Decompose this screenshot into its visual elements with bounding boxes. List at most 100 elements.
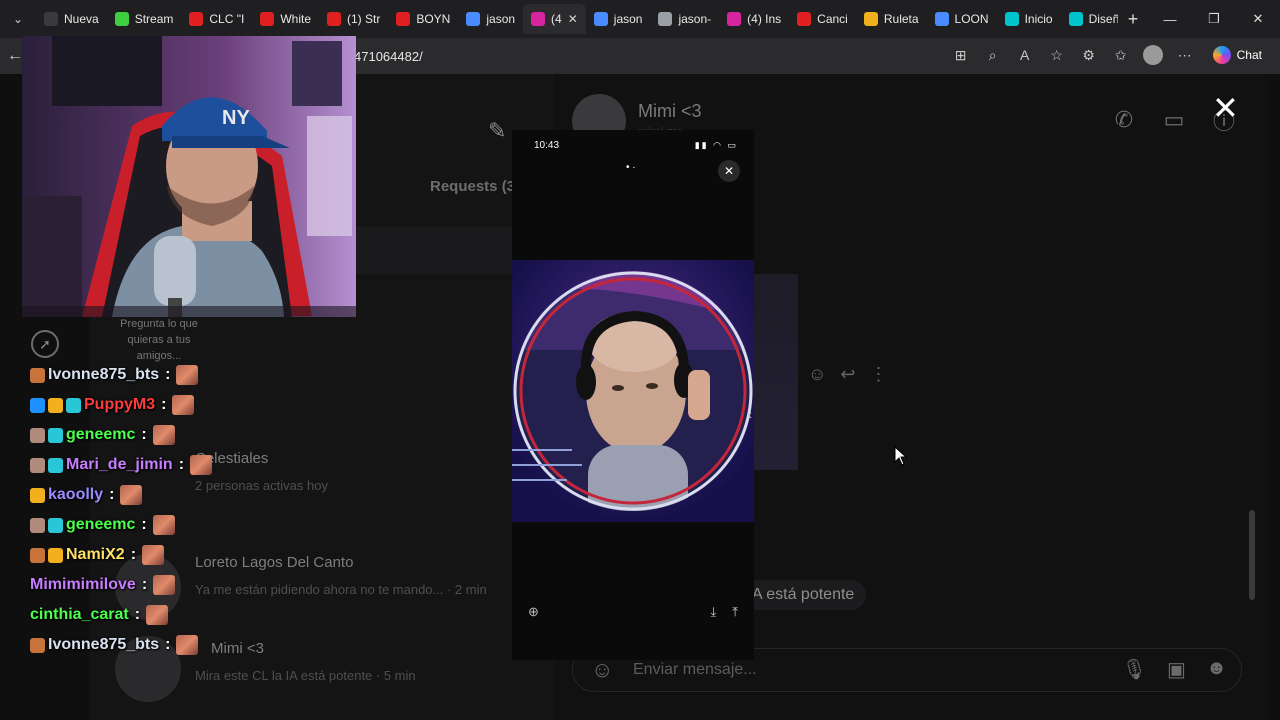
browser-tab[interactable]: (4) Ins xyxy=(719,4,789,34)
explore-compass-icon[interactable]: ➚ xyxy=(31,330,59,358)
notes-tooltip: Pregunta lo que quieras a tus amigos... xyxy=(120,318,198,362)
browser-tab[interactable]: White xyxy=(252,4,319,34)
browser-tab[interactable]: Nueva xyxy=(36,4,107,34)
browser-tab[interactable]: jason xyxy=(458,4,523,34)
tab-favicon-icon xyxy=(531,12,546,26)
tab-label: jason xyxy=(486,12,516,26)
tab-label: (4) Ins xyxy=(747,12,782,26)
browser-tab[interactable]: jason- xyxy=(650,4,719,34)
toolbar-icons: ⊞ ⌕ A ☆ ⚙ ✩ ⋯ Chat xyxy=(949,43,1270,67)
chat-message: PuppyM3: xyxy=(30,390,340,420)
chat-message: Ivonne875_bts: xyxy=(30,360,340,390)
chat-username: NamiX2 xyxy=(66,546,125,563)
read-aloud-icon[interactable]: A xyxy=(1013,43,1037,67)
screenshot-edit-icon[interactable]: ⊕ xyxy=(528,604,539,620)
svg-text:NY: NY xyxy=(222,107,250,129)
chat-emote-icon xyxy=(120,485,143,505)
browser-tab[interactable]: Stream xyxy=(107,4,182,34)
browser-tab[interactable]: Inicio xyxy=(997,4,1061,34)
zoom-icon[interactable]: ⌕ xyxy=(981,43,1005,67)
profile-avatar[interactable] xyxy=(1141,43,1165,67)
image-icon[interactable]: ▣ xyxy=(1167,657,1186,682)
url-field[interactable]: 471064482/ xyxy=(354,46,974,68)
chat-badge-icon xyxy=(30,397,45,413)
chat-message: Mimimimilove: xyxy=(30,570,340,600)
requests-link[interactable]: Requests (3 xyxy=(430,178,515,195)
copilot-chat-button[interactable]: Chat xyxy=(1205,43,1270,67)
thread-name[interactable]: Mimi <3 xyxy=(638,101,702,122)
browser-tab[interactable]: Diseñ xyxy=(1061,4,1118,34)
tab-label: Nueva xyxy=(64,12,99,26)
chat-separator: : xyxy=(165,366,171,383)
tab-favicon-icon xyxy=(863,12,878,26)
extensions-icon[interactable]: ⚙ xyxy=(1077,43,1101,67)
download-icon[interactable]: ⤓ xyxy=(711,604,717,620)
sticker-icon[interactable]: ☻ xyxy=(1206,657,1227,682)
chat-message: geneemc: xyxy=(30,510,340,540)
tab-favicon-icon xyxy=(189,12,204,26)
browser-tab[interactable]: BOYN xyxy=(388,4,458,34)
tab-label: BOYN xyxy=(416,12,451,26)
chevron-left-icon[interactable]: ‹ xyxy=(747,406,752,422)
chat-badge-icon xyxy=(30,517,45,533)
shared-post-thumbnail[interactable] xyxy=(752,274,798,470)
chat-emote-icon xyxy=(176,635,199,655)
compose-icon[interactable]: ✎ xyxy=(488,118,506,144)
chat-message: Ivonne875_bts: xyxy=(30,630,340,660)
maximize-button[interactable]: ❐ xyxy=(1192,0,1236,38)
tab-actions-chevron-icon[interactable]: ⌄ xyxy=(0,0,36,38)
tab-favicon-icon xyxy=(44,12,58,26)
video-call-icon[interactable]: ▭ xyxy=(1160,106,1188,134)
tab-label: jason- xyxy=(678,12,712,26)
tab-label: CLC "I xyxy=(209,12,245,26)
more-options-icon[interactable]: ⋮ xyxy=(869,364,887,385)
browser-tab[interactable]: Ruleta xyxy=(856,4,927,34)
tab-label: Ruleta xyxy=(883,12,919,26)
window-controls: — ❐ ✕ xyxy=(1148,0,1280,38)
chat-separator: : xyxy=(141,576,148,593)
phone-icon[interactable]: ✆ xyxy=(1110,106,1138,134)
browser-tab[interactable]: LOON xyxy=(927,4,997,34)
emoji-icon[interactable]: ☺ xyxy=(591,657,613,683)
chat-message: kaoolly: xyxy=(30,480,340,510)
browser-tab[interactable]: CLC "I xyxy=(181,4,252,34)
tab-favicon-icon xyxy=(593,12,608,26)
apps-icon[interactable]: ⊞ xyxy=(949,43,973,67)
chat-badge-icon xyxy=(48,397,63,413)
chat-separator: : xyxy=(109,486,115,503)
chat-badge-icon xyxy=(66,397,81,413)
tab-label: LOON xyxy=(954,12,989,26)
chat-separator: : xyxy=(134,606,141,623)
favorites-icon[interactable]: ✩ xyxy=(1109,43,1133,67)
chat-username: Ivonne875_bts xyxy=(48,636,160,653)
close-viewer-button[interactable]: ✕ xyxy=(1212,92,1239,124)
more-menu-icon[interactable]: ⋯ xyxy=(1173,43,1197,67)
browser-tab[interactable]: Canci xyxy=(789,4,856,34)
phone-time: 10:43 xyxy=(534,140,560,151)
new-tab-button[interactable]: + xyxy=(1118,9,1148,30)
share-icon[interactable]: ⤒ xyxy=(732,604,738,620)
chat-emote-icon xyxy=(172,395,195,415)
profile-photo[interactable] xyxy=(512,260,754,522)
phone-status-icons: ▮▮ ◠ ▭ xyxy=(694,140,738,150)
browser-tab[interactable]: (1) Str xyxy=(319,4,388,34)
favorite-star-icon[interactable]: ☆ xyxy=(1045,43,1069,67)
chat-username: geneemc xyxy=(66,426,136,443)
browser-tab[interactable]: jason xyxy=(586,4,651,34)
scrollbar[interactable] xyxy=(1248,170,1256,610)
tab-label: Diseñ xyxy=(1088,12,1118,26)
phone-screenshot-viewer: 10:43 ▮▮ ◠ ▭ • · ✕ ‹ ⊕ ⤓ ⤒ xyxy=(512,130,754,660)
message-input[interactable]: Enviar mensaje... xyxy=(633,661,757,679)
browser-tab[interactable]: (4 ✕ xyxy=(523,4,586,34)
reply-icon[interactable]: ↩ xyxy=(840,364,855,385)
react-emoji-icon[interactable]: ☺ xyxy=(808,364,826,385)
scrollbar-thumb[interactable] xyxy=(1249,510,1255,600)
phone-close-button[interactable]: ✕ xyxy=(718,160,740,182)
chat-badge-icon xyxy=(30,457,45,473)
tab-label: Stream xyxy=(134,12,174,26)
microphone-icon[interactable]: 🎙 xyxy=(1122,657,1147,682)
tab-close-icon[interactable]: ✕ xyxy=(568,12,578,26)
minimize-button[interactable]: — xyxy=(1148,0,1192,38)
message-bubble: A está potente xyxy=(740,580,867,610)
close-window-button[interactable]: ✕ xyxy=(1236,0,1280,38)
